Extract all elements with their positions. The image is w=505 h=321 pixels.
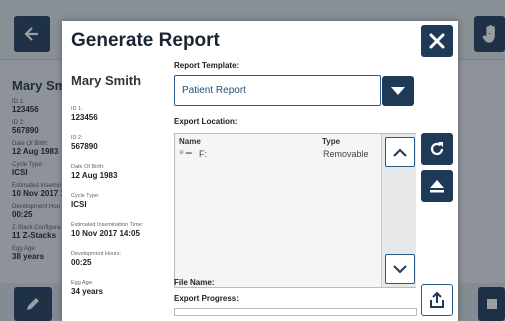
export-progress-bar xyxy=(174,308,417,316)
patient-field-value: ICSI xyxy=(71,200,87,209)
patient-field-label: Egg Age: xyxy=(71,280,94,286)
close-button[interactable] xyxy=(421,25,453,57)
patient-field-label: Date Of Birth: xyxy=(71,164,105,170)
patient-name: Mary Smith xyxy=(71,73,142,88)
scroll-up-button[interactable] xyxy=(385,137,415,167)
patient-field-value: 34 years xyxy=(71,287,104,296)
patient-field-label: Cycle Type: xyxy=(71,193,100,199)
refresh-button[interactable] xyxy=(421,133,453,165)
report-template-label: Report Template: xyxy=(174,61,240,70)
report-template-dropdown-button[interactable] xyxy=(382,76,414,106)
export-location-label: Export Location: xyxy=(174,117,238,126)
refresh-icon xyxy=(430,142,444,156)
patient-field-label: Estimated Insemination Time: xyxy=(71,222,144,228)
patient-field-label: ID 1: xyxy=(71,106,83,112)
column-header-name: Name xyxy=(179,137,201,146)
patient-field-value: 10 Nov 2017 14:05 xyxy=(71,229,140,238)
export-icon xyxy=(430,291,444,308)
patient-info-panel: Mary Smith ID 1: 123456 ID 2: 567890 Dat… xyxy=(71,73,165,296)
dialog-title: Generate Report xyxy=(71,30,220,51)
report-template-select[interactable]: Patient Report xyxy=(174,75,381,106)
export-progress-label: Export Progress: xyxy=(174,294,239,303)
close-icon xyxy=(429,33,445,49)
export-button[interactable] xyxy=(421,284,453,316)
location-name: F: xyxy=(199,149,207,159)
export-location-list: Name Type ⊕ ▬ F: Removable xyxy=(174,133,416,288)
patient-field-value: 12 Aug 1983 xyxy=(71,171,118,180)
eject-icon xyxy=(430,180,444,193)
eject-button[interactable] xyxy=(421,170,453,202)
scrollbar[interactable] xyxy=(381,134,416,287)
list-item[interactable]: ⊕ ▬ F: Removable xyxy=(179,149,379,161)
patient-field-value: 567890 xyxy=(71,142,98,151)
patient-field-label: ID 2: xyxy=(71,135,83,141)
generate-report-dialog: Generate Report Mary Smith ID 1: 123456 … xyxy=(62,21,458,321)
location-type: Removable xyxy=(323,149,369,159)
patient-field-value: 123456 xyxy=(71,113,98,122)
drive-icon: ⊕ ▬ xyxy=(179,150,192,156)
file-name-label: File Name: xyxy=(174,278,215,287)
chevron-up-icon xyxy=(393,148,407,157)
column-header-type: Type xyxy=(322,137,341,146)
patient-field-value: 00:25 xyxy=(71,258,92,267)
chevron-down-icon xyxy=(391,87,405,95)
patient-field-label: Development Hours: xyxy=(71,251,122,257)
chevron-down-icon xyxy=(393,264,407,273)
scroll-down-button[interactable] xyxy=(385,254,415,284)
